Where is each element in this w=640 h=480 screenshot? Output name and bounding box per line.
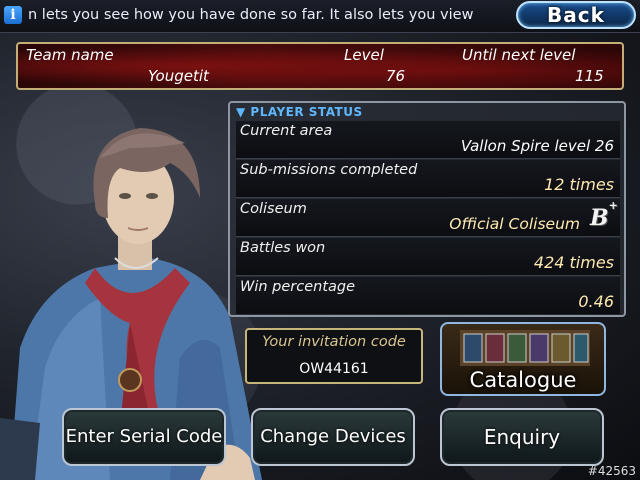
status-row-label: Current area xyxy=(240,123,333,139)
team-name-value: Yougetit xyxy=(148,67,209,85)
status-row-value: Official Coliseum xyxy=(449,215,580,233)
status-row-value: 12 times xyxy=(544,175,614,194)
card-thumbnails-icon xyxy=(460,330,590,366)
status-row-battles-won: Battles won 424 times xyxy=(236,238,620,276)
status-row-win-percentage: Win percentage 0.46 xyxy=(236,277,620,314)
status-row-label: Sub-missions completed xyxy=(240,162,418,178)
team-name-label: Team name xyxy=(26,46,114,64)
invitation-code-label: Your invitation code xyxy=(262,334,406,350)
status-row-value: 424 times xyxy=(533,253,614,272)
ticker-bar: i n lets you see how you have done so fa… xyxy=(0,0,640,33)
next-level-value: 115 xyxy=(575,67,604,85)
player-status-panel: ▼ PLAYER STATUS Current area Vallon Spir… xyxy=(228,101,626,317)
team-bar: Team name Yougetit Level 76 Until next l… xyxy=(16,42,624,90)
level-value: 76 xyxy=(386,67,406,85)
status-row-label: Win percentage xyxy=(240,279,356,295)
status-row-current-area: Current area Vallon Spire level 26 xyxy=(236,121,620,159)
info-icon[interactable]: i xyxy=(4,6,22,24)
status-row-sub-missions: Sub-missions completed 12 times xyxy=(236,160,620,198)
status-row-coliseum: Coliseum Official Coliseum B+ xyxy=(236,199,620,237)
invitation-code-box: Your invitation code OW44161 xyxy=(245,328,423,384)
enter-serial-code-button[interactable]: Enter Serial Code xyxy=(62,408,226,466)
watermark: #42563 xyxy=(587,464,636,478)
back-button[interactable]: Back xyxy=(516,1,636,29)
player-status-header: ▼ PLAYER STATUS xyxy=(236,105,363,119)
status-row-value: 0.46 xyxy=(578,292,614,311)
rank-b-plus-icon: B+ xyxy=(590,198,618,231)
level-label: Level xyxy=(344,46,384,64)
status-row-value: Vallon Spire level 26 xyxy=(460,137,614,155)
catalogue-label: Catalogue xyxy=(469,368,577,392)
next-level-label: Until next level xyxy=(462,46,576,64)
change-devices-button[interactable]: Change Devices xyxy=(251,408,415,466)
status-row-label: Battles won xyxy=(240,240,326,256)
status-row-label: Coliseum xyxy=(240,201,307,217)
enquiry-button[interactable]: Enquiry xyxy=(440,408,604,466)
catalogue-button[interactable]: Catalogue xyxy=(440,322,606,396)
invitation-code-value: OW44161 xyxy=(299,361,369,377)
ticker-text: n lets you see how you have done so far.… xyxy=(28,7,474,23)
